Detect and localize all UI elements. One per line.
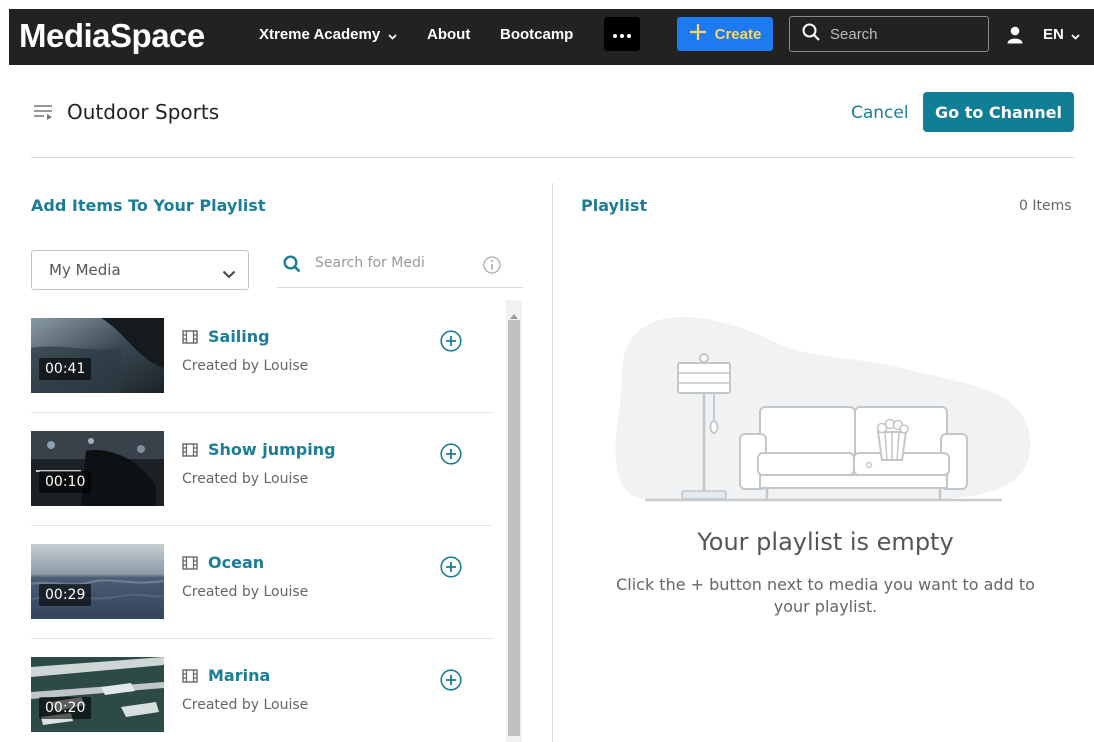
info-icon[interactable]: [483, 256, 501, 279]
search-icon: [283, 255, 301, 278]
more-menu-button[interactable]: [604, 17, 640, 51]
nav-about[interactable]: About: [427, 26, 470, 43]
media-search-input[interactable]: [315, 255, 455, 271]
media-title[interactable]: Sailing: [208, 327, 270, 346]
nav-bootcamp[interactable]: Bootcamp: [500, 26, 573, 43]
media-thumbnail[interactable]: 00:41: [31, 318, 164, 393]
header-divider: [31, 157, 1074, 158]
empty-playlist-title: Your playlist is empty: [697, 528, 954, 556]
media-creator: Created by Louise: [182, 471, 309, 487]
media-title[interactable]: Show jumping: [208, 440, 336, 459]
global-search[interactable]: [789, 16, 989, 52]
go-to-channel-button[interactable]: Go to Channel: [923, 92, 1074, 132]
scrollbar-thumb[interactable]: [508, 320, 520, 736]
list-item: 00:10 Show jumping Created by Louise: [31, 413, 493, 526]
nav-xtreme-academy[interactable]: Xtreme Academy: [259, 26, 397, 44]
video-film-icon: [182, 443, 198, 462]
empty-playlist-illustration: [610, 310, 1035, 510]
media-thumbnail[interactable]: 00:29: [31, 544, 164, 619]
language-label: EN: [1043, 26, 1064, 43]
media-list-scrollbar[interactable]: [506, 300, 522, 742]
media-creator: Created by Louise: [182, 584, 309, 600]
mediaspace-logo[interactable]: MediaSpace: [19, 17, 205, 55]
media-thumbnail[interactable]: 00:20: [31, 657, 164, 732]
language-selector[interactable]: EN: [1043, 26, 1080, 44]
video-film-icon: [182, 330, 198, 349]
global-search-input[interactable]: [830, 25, 970, 43]
create-button[interactable]: Create: [677, 17, 773, 51]
duration-badge: 00:29: [39, 584, 92, 606]
duration-badge: 00:10: [39, 471, 92, 493]
media-thumbnail[interactable]: 00:10: [31, 431, 164, 506]
list-item: 00:20 Marina Created by Louise: [31, 639, 493, 742]
media-source-select[interactable]: My Media: [31, 250, 249, 290]
media-title[interactable]: Marina: [208, 666, 270, 685]
media-search: [277, 244, 523, 288]
list-item: 00:41 Sailing Created by Louise: [31, 300, 493, 413]
empty-playlist-description: Click the + button next to media you wan…: [616, 575, 1035, 616]
playlist-item-count: 0 Items: [1019, 198, 1072, 214]
add-to-playlist-icon[interactable]: [440, 669, 462, 696]
page-title: Outdoor Sports: [67, 100, 220, 124]
user-icon[interactable]: [1006, 26, 1024, 49]
cancel-link[interactable]: Cancel: [851, 103, 909, 123]
plus-icon: [689, 23, 707, 46]
media-title[interactable]: Ocean: [208, 553, 264, 572]
playlist-heading: Playlist: [581, 196, 648, 215]
add-to-playlist-icon[interactable]: [440, 443, 462, 470]
video-film-icon: [182, 556, 198, 575]
add-to-playlist-icon[interactable]: [440, 330, 462, 357]
add-items-heading: Add Items To Your Playlist: [31, 196, 266, 215]
playlist-icon: [33, 104, 55, 125]
video-film-icon: [182, 669, 198, 688]
create-button-label: Create: [714, 25, 762, 43]
media-source-value: My Media: [49, 261, 121, 279]
duration-badge: 00:20: [39, 697, 92, 719]
media-list: 00:41 Sailing Created by Louise 00:10 Sh…: [31, 300, 493, 742]
media-creator: Created by Louise: [182, 697, 309, 713]
more-dots-icon: [613, 25, 631, 43]
top-navbar: MediaSpace Xtreme Academy About Bootcamp…: [9, 9, 1094, 65]
panel-divider: [552, 183, 553, 742]
chevron-down-icon: [1071, 27, 1080, 44]
chevron-down-icon: [222, 265, 236, 283]
list-item: 00:29 Ocean Created by Louise: [31, 526, 493, 639]
chevron-down-icon: [388, 27, 397, 44]
duration-badge: 00:41: [39, 358, 92, 380]
media-creator: Created by Louise: [182, 358, 309, 374]
add-to-playlist-icon[interactable]: [440, 556, 462, 583]
nav-xtreme-academy-label: Xtreme Academy: [259, 26, 381, 43]
search-icon: [802, 23, 820, 46]
page-header: Outdoor Sports Cancel Go to Channel: [31, 92, 1074, 132]
